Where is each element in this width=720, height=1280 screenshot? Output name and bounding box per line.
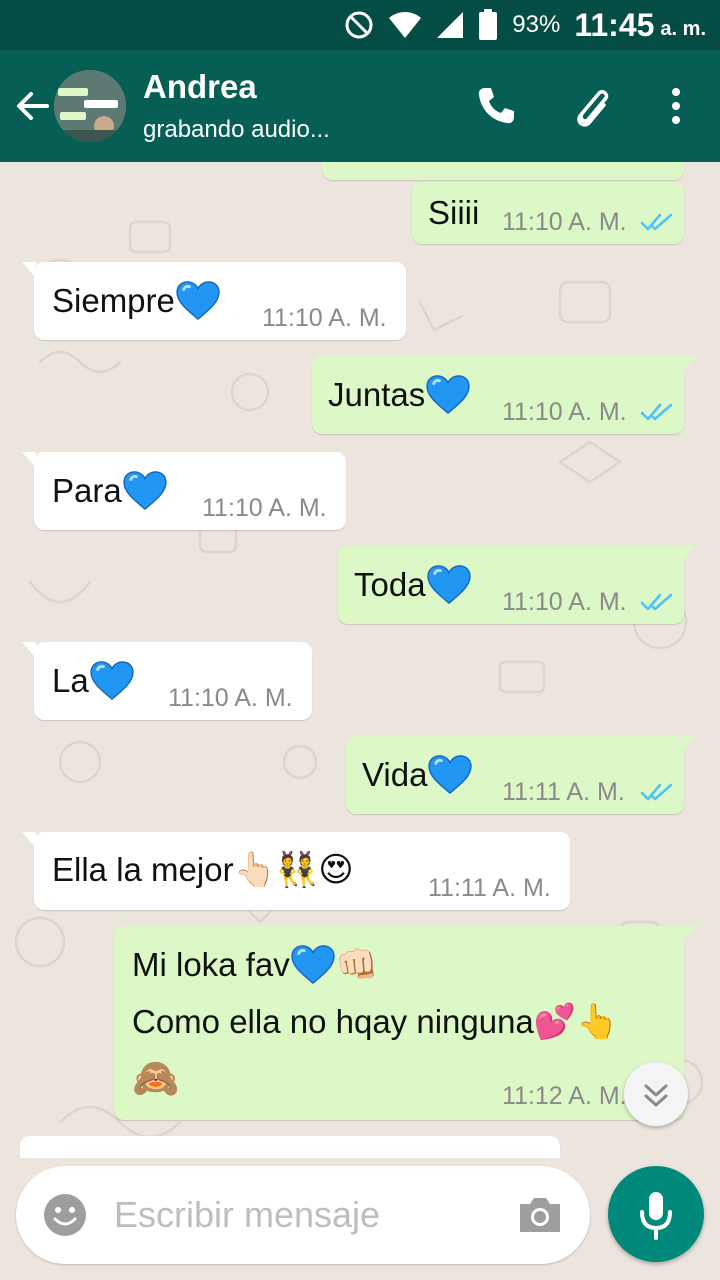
double-check-icon [640, 782, 674, 802]
wifi-icon [389, 12, 422, 38]
clock-ampm: a. m. [660, 17, 706, 40]
status-bar: 93% 11:45 a. m. [0, 0, 720, 50]
signal-icon [437, 12, 464, 38]
bubble-tail [682, 736, 696, 752]
bubble-tail [682, 356, 696, 372]
message-text-content: Vida [362, 756, 428, 793]
battery-percent: 93% [512, 11, 561, 38]
message-text-content: La [52, 662, 89, 699]
message-bubble-incoming[interactable]: Siempre 11:10 A. M. [22, 262, 406, 340]
status-bar-right: 93% 11:45 a. m. [344, 0, 706, 50]
bubble-tail [682, 926, 696, 942]
message-time: 11:10 A. M. [262, 304, 387, 332]
message-emoji: 👊🏻 [335, 945, 379, 985]
message-text-content: Siempre [52, 282, 175, 319]
message-line-1: Mi loka fav 👊🏻 [132, 944, 378, 985]
bubble-tail [22, 832, 36, 848]
more-vert-icon[interactable] [652, 82, 700, 130]
message-text: La [52, 660, 135, 700]
double-check-icon [640, 592, 674, 612]
avatar-image [54, 70, 126, 142]
bubble-tail [682, 546, 696, 562]
blue-heart-icon [122, 470, 168, 510]
chevrons-down-icon [644, 1084, 668, 1107]
message-text: Ella la mejor👆🏻👯😍 [52, 850, 354, 890]
message-text-content: Ella la mejor [52, 851, 234, 888]
message-bubble-partial [322, 162, 684, 180]
message-text: Siempre [52, 280, 221, 320]
message-bubble-incoming[interactable]: Ella la mejor👆🏻👯😍 11:11 A. M. [22, 832, 570, 910]
do-not-disturb-icon [345, 11, 373, 39]
message-time: 11:10 A. M. [168, 684, 293, 712]
message-time: 11:12 A. M. [502, 1082, 627, 1110]
bubble-tail [22, 452, 36, 468]
message-time: 11:10 A. M. [502, 588, 627, 616]
back-arrow-icon[interactable] [14, 88, 50, 124]
message-time: 11:11 A. M. [428, 874, 551, 902]
message-text-content: Juntas [328, 376, 426, 413]
message-bubble-incoming[interactable]: La 11:10 A. M. [22, 642, 312, 720]
message-text: Para [52, 470, 168, 510]
blue-heart-icon [89, 660, 135, 700]
message-bubble-outgoing[interactable]: Vida 11:11 A. M. [346, 736, 696, 814]
chat-area[interactable]: Siiii 11:10 A. M. Siempre 11:10 A. M. Ju… [0, 162, 720, 1158]
message-line-2: Como ella no hqay ninguna💕👆 [132, 1002, 618, 1042]
contact-avatar[interactable] [54, 70, 126, 142]
blue-heart-icon [290, 944, 336, 984]
message-composer[interactable]: Escribir mensaje [16, 1166, 590, 1264]
blue-heart-icon [425, 374, 471, 414]
message-input[interactable]: Escribir mensaje [114, 1194, 380, 1236]
message-time: 11:10 A. M. [502, 208, 627, 236]
message-text-content: Toda [354, 566, 426, 603]
microphone-button[interactable] [608, 1166, 704, 1262]
blue-heart-icon [427, 754, 473, 794]
message-bubble-outgoing[interactable]: Juntas 11:10 A. M. [312, 356, 696, 434]
message-time: 11:10 A. M. [202, 494, 327, 522]
blue-heart-icon [175, 280, 221, 320]
double-check-icon [640, 402, 674, 422]
clock: 11:45 [574, 6, 655, 43]
microphone-icon [640, 1192, 672, 1240]
message-text: Toda [354, 564, 472, 604]
double-check-icon [640, 212, 674, 232]
message-text: Vida [362, 754, 473, 794]
message-bubble-outgoing[interactable]: Siiii 11:10 A. M. [412, 182, 684, 244]
message-bubble-incoming[interactable]: Para 11:10 A. M. [22, 452, 346, 530]
battery-icon [479, 9, 498, 40]
message-text: Siiii [428, 194, 480, 231]
message-time: 11:11 A. M. [502, 778, 625, 806]
contact-name[interactable]: Andrea [143, 68, 257, 106]
message-bubble-partial [20, 1136, 560, 1158]
phone-icon[interactable] [472, 82, 520, 130]
message-text-content: Como ella no hqay ninguna [132, 1003, 534, 1040]
message-emoji: 💕👆 [533, 1002, 619, 1042]
chat-header: Andrea grabando audio... [0, 50, 720, 162]
scroll-to-bottom-button[interactable] [624, 1062, 688, 1126]
message-line-3: 🙈 [132, 1056, 180, 1100]
bubble-tail [22, 262, 36, 278]
message-emoji: 👆🏻👯😍 [233, 850, 354, 890]
smiley-icon[interactable] [42, 1192, 88, 1238]
message-time: 11:10 A. M. [502, 398, 627, 426]
message-text-content: Mi loka fav [132, 946, 290, 983]
message-text-content: Para [52, 472, 122, 509]
blue-heart-icon [426, 564, 472, 604]
paperclip-icon[interactable] [568, 82, 616, 130]
message-bubble-outgoing[interactable]: Mi loka fav 👊🏻 Como ella no hqay ninguna💕… [114, 926, 696, 1120]
camera-icon[interactable] [516, 1194, 564, 1236]
message-bubble-outgoing[interactable]: Toda 11:10 A. M. [338, 546, 696, 624]
message-text: Juntas [328, 374, 471, 414]
bubble-tail [22, 642, 36, 658]
contact-status: grabando audio... [143, 116, 330, 143]
